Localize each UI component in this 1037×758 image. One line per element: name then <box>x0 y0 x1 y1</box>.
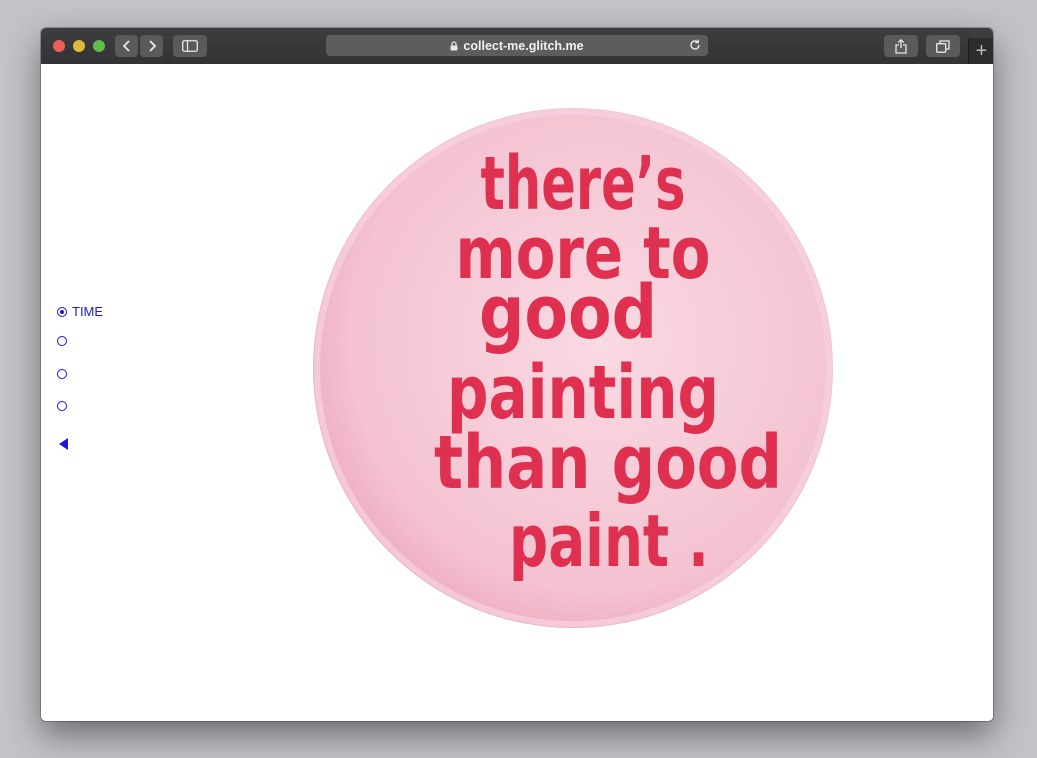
nav-option-4[interactable] <box>57 401 67 411</box>
toolbar: collect-me.glitch.me + <box>41 28 993 65</box>
browser-window: collect-me.glitch.me + TIME there’s more… <box>41 28 993 721</box>
new-tab-button[interactable]: + <box>968 38 993 64</box>
minimize-window-button[interactable] <box>73 40 85 52</box>
nav-option-3[interactable] <box>57 369 67 379</box>
forward-button[interactable] <box>140 35 163 57</box>
nav-option-time[interactable]: TIME <box>57 304 103 319</box>
lock-icon <box>450 40 458 50</box>
chevron-right-icon <box>148 40 156 52</box>
slogan-line-5: than good <box>434 420 782 506</box>
radio-icon[interactable] <box>57 401 67 411</box>
close-window-button[interactable] <box>53 40 65 52</box>
url-text: collect-me.glitch.me <box>463 38 584 53</box>
slogan-line-6: paint . <box>509 499 709 583</box>
share-icon <box>895 38 907 54</box>
page-content: TIME there’s more to good painting than … <box>41 64 993 721</box>
pin-button-image: there’s more to good painting than good … <box>313 108 833 628</box>
nav-option-label[interactable]: TIME <box>72 304 103 319</box>
tabs-icon <box>936 39 950 53</box>
sidebar-icon <box>182 40 198 52</box>
radio-selected-icon[interactable] <box>57 306 67 317</box>
nav-option-2[interactable] <box>57 336 67 346</box>
address-bar[interactable]: collect-me.glitch.me <box>326 35 708 56</box>
tab-overview-button[interactable] <box>926 35 960 57</box>
reload-icon[interactable] <box>688 38 702 52</box>
slogan-line-3: good <box>479 270 657 356</box>
radio-icon[interactable] <box>57 336 67 346</box>
share-button[interactable] <box>884 35 918 57</box>
zoom-window-button[interactable] <box>93 40 105 52</box>
chevron-left-icon <box>122 40 130 52</box>
sidebar-toggle-button[interactable] <box>173 35 207 57</box>
triangle-left-icon[interactable] <box>59 438 68 450</box>
radio-icon[interactable] <box>57 369 67 379</box>
back-button[interactable] <box>115 35 138 57</box>
